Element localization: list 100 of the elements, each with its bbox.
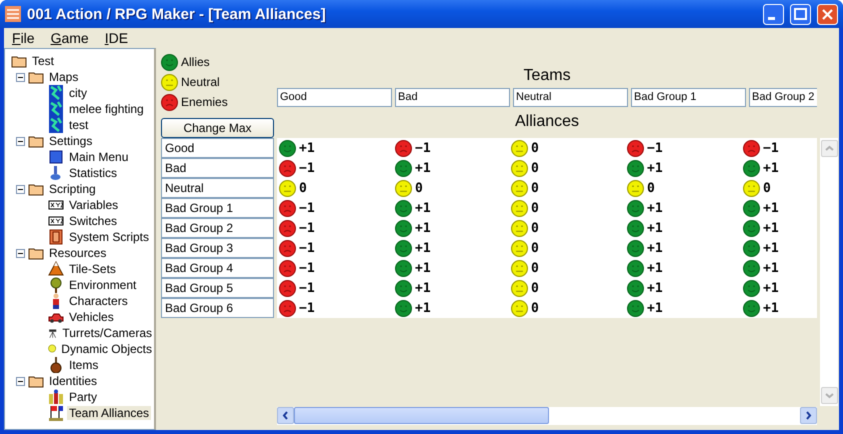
tree-item[interactable]: Dynamic Objects [59, 342, 154, 356]
collapse-icon[interactable] [16, 184, 25, 194]
alliance-value: +1 [647, 300, 663, 316]
tree-item[interactable]: Scripting [47, 182, 98, 196]
tree-item[interactable]: Variables [67, 198, 120, 212]
alliance-value: −1 [299, 260, 315, 276]
flags-icon [48, 405, 64, 421]
smiling-face-icon [627, 260, 644, 276]
map-icon [48, 85, 64, 101]
tree-item[interactable]: Settings [47, 134, 94, 148]
tree-item[interactable]: melee fighting [67, 102, 146, 116]
team-name-field[interactable]: Bad Group 2 [749, 88, 817, 107]
tree-item[interactable]: Tile-Sets [67, 262, 118, 276]
team-label-field[interactable]: Good [161, 138, 274, 158]
legend-label: Allies [181, 55, 210, 69]
smiling-face-icon [395, 240, 412, 256]
smiling-face-icon [627, 200, 644, 216]
smiling-face-icon [743, 300, 760, 316]
smiling-face-icon [627, 300, 644, 316]
team-label-field[interactable]: Bad Group 6 [161, 298, 274, 318]
tree-item[interactable]: System Scripts [67, 230, 152, 244]
minimize-button[interactable] [763, 4, 784, 24]
tree-item[interactable]: Identities [47, 374, 100, 388]
smiling-face-icon [395, 260, 412, 276]
alliance-value: −1 [299, 240, 315, 256]
alliance-value: 0 [531, 160, 539, 176]
tree-item[interactable]: Vehicles [67, 310, 116, 324]
menu-item[interactable]: Game [44, 30, 99, 46]
alliance-value: −1 [415, 140, 431, 156]
alliance-value: +1 [415, 160, 431, 176]
smiling-face-icon [627, 240, 644, 256]
alliance-value: 0 [531, 200, 539, 216]
alliance-value: −1 [299, 280, 315, 296]
alliance-value: +1 [415, 220, 431, 236]
tree-item[interactable]: Items [67, 358, 100, 372]
alliance-value: +1 [647, 280, 663, 296]
chevron-right-icon [805, 411, 812, 420]
close-button[interactable] [817, 4, 838, 24]
team-label-field[interactable]: Bad Group 1 [161, 198, 274, 218]
team-label-field[interactable]: Bad Group 2 [161, 218, 274, 238]
team-name-field[interactable]: Bad Group 1 [631, 88, 746, 107]
smiling-face-icon [161, 54, 178, 70]
team-label-field[interactable]: Bad [161, 158, 274, 178]
scroll-left-button[interactable] [277, 407, 294, 424]
tree-item[interactable]: Maps [47, 70, 80, 84]
tree-item[interactable]: Team Alliances [67, 406, 152, 420]
neutral-face-icon [511, 280, 528, 296]
tree-item[interactable]: Party [67, 390, 100, 404]
alliance-value: +1 [647, 160, 663, 176]
tree-item[interactable]: Main Menu [67, 150, 130, 164]
collapse-icon[interactable] [16, 248, 25, 258]
tree-item[interactable]: Characters [67, 294, 130, 308]
alliance-value: +1 [763, 240, 779, 256]
mountain-icon [48, 261, 64, 277]
tree-item[interactable]: Turrets/Cameras [60, 326, 154, 340]
menu-item[interactable]: File [6, 30, 45, 46]
alliance-value: +1 [763, 160, 779, 176]
scroll-right-button[interactable] [800, 407, 817, 424]
team-name-field[interactable]: Bad [395, 88, 510, 107]
change-max-button[interactable]: Change Max [161, 118, 274, 138]
tree-item[interactable]: Resources [47, 246, 108, 260]
neutral-face-icon [279, 180, 296, 196]
alliance-value: +1 [299, 140, 315, 156]
legend-label: Enemies [181, 95, 228, 109]
tree-item[interactable]: Environment [67, 278, 138, 292]
tree-item[interactable]: Test [30, 54, 56, 68]
alliance-value: +1 [763, 200, 779, 216]
maximize-button[interactable] [790, 4, 811, 24]
alliance-value: +1 [647, 260, 663, 276]
team-label-field[interactable]: Neutral [161, 178, 274, 198]
team-label-field[interactable]: Bad Group 5 [161, 278, 274, 298]
team-name-field[interactable]: Good [277, 88, 392, 107]
team-label-field[interactable]: Bad Group 4 [161, 258, 274, 278]
scrollbar-thumb[interactable] [294, 407, 549, 424]
tree-item[interactable]: city [67, 86, 89, 100]
team-label-field[interactable]: Bad Group 3 [161, 238, 274, 258]
neutral-face-icon [511, 160, 528, 176]
smiling-face-icon [627, 160, 644, 176]
frowning-face-icon [279, 200, 296, 216]
neutral-face-icon [511, 260, 528, 276]
collapse-icon[interactable] [16, 136, 25, 146]
neutral-face-icon [511, 220, 528, 236]
tree-item[interactable]: Statistics [67, 166, 120, 180]
alliance-value: −1 [299, 200, 315, 216]
collapse-icon[interactable] [16, 376, 25, 386]
alliance-value: +1 [647, 220, 663, 236]
frowning-face-icon [279, 280, 296, 296]
smiling-face-icon [395, 160, 412, 176]
alliance-value: 0 [531, 280, 539, 296]
alliance-value: 0 [531, 300, 539, 316]
neutral-face-icon [511, 200, 528, 216]
tree-item[interactable]: Switches [67, 214, 120, 228]
tree-item[interactable]: test [67, 118, 90, 132]
smiling-face-icon [395, 220, 412, 236]
collapse-icon[interactable] [16, 72, 25, 82]
menu-item[interactable]: IDE [98, 30, 138, 46]
alliance-value: 0 [531, 260, 539, 276]
team-name-field[interactable]: Neutral [513, 88, 628, 107]
frowning-face-icon [279, 260, 296, 276]
neutral-face-icon [627, 180, 644, 196]
